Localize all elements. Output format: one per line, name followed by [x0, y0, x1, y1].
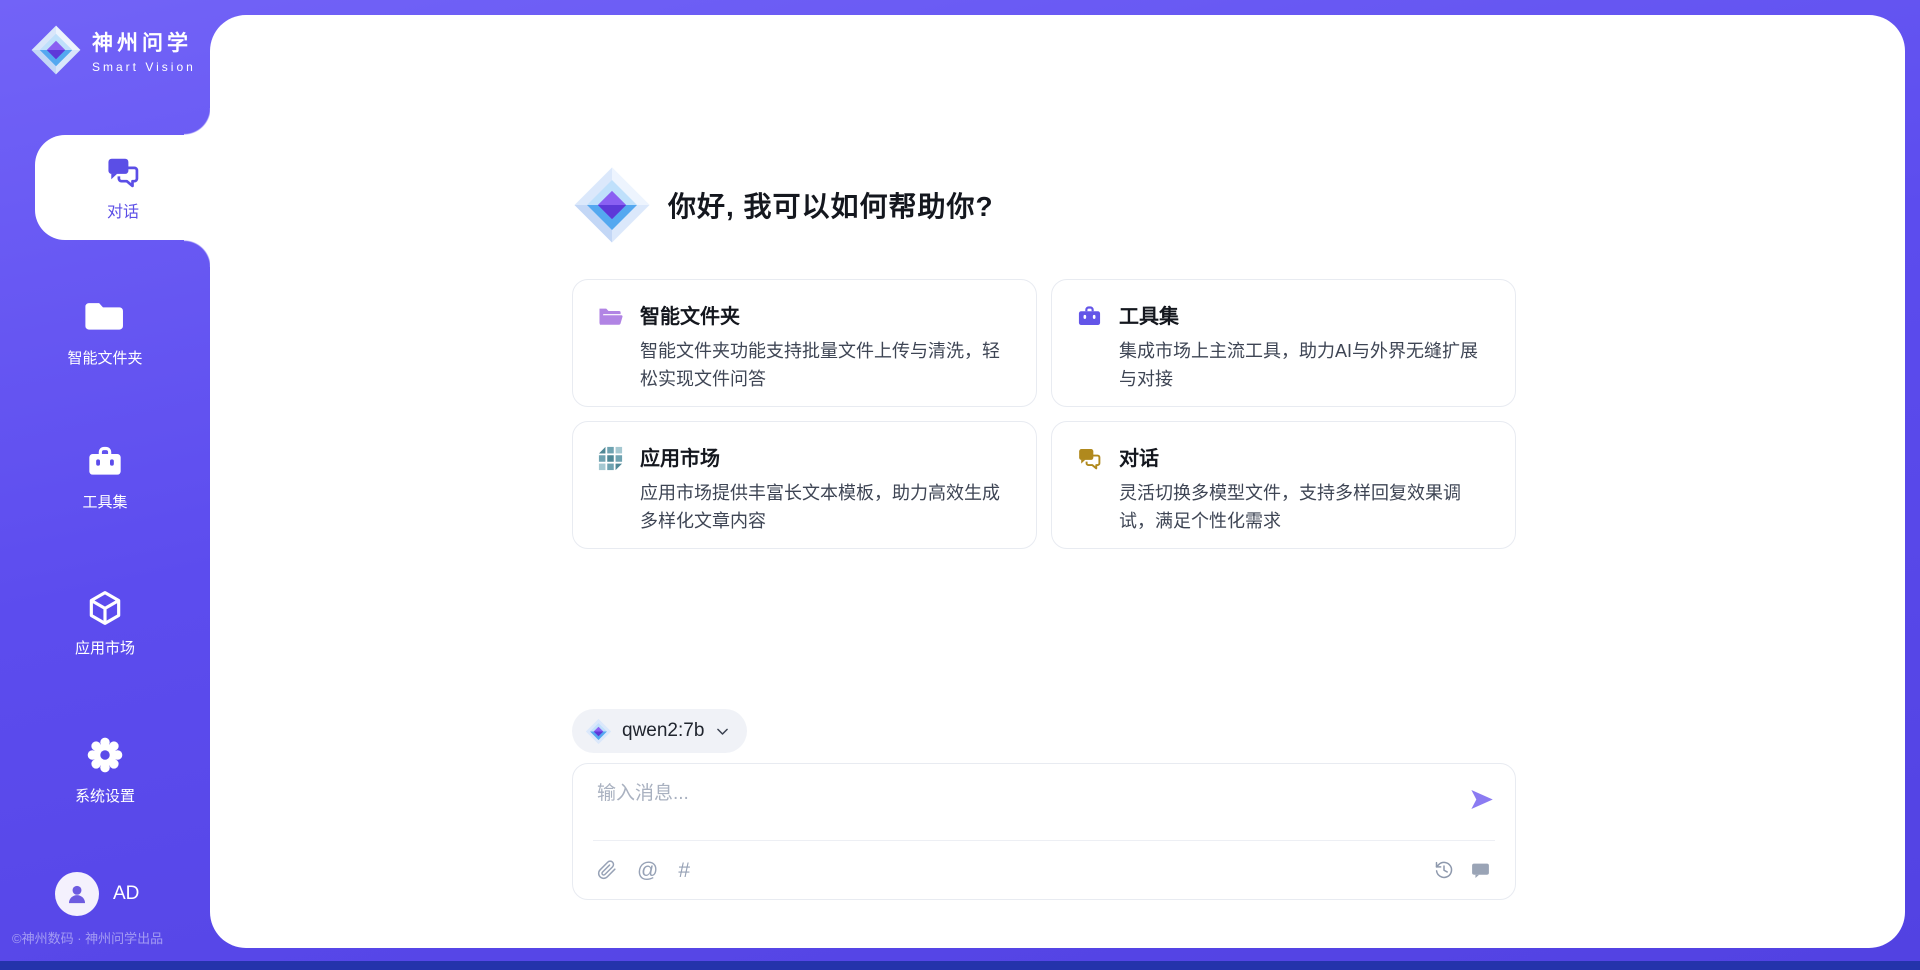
sidebar-item-settings[interactable]: 系统设置	[0, 734, 210, 806]
user-chip[interactable]: AD	[55, 872, 139, 916]
tab-curve-top	[184, 108, 211, 135]
paperclip-icon	[597, 860, 617, 880]
attach-button[interactable]	[597, 860, 617, 880]
main-panel: 你好, 我可以如何帮助你? 智能文件夹 智能文件夹功能支持批量文件上传与清洗，轻…	[210, 15, 1905, 948]
card-desc: 应用市场提供丰富长文本模板，助力高效生成多样化文章内容	[640, 479, 1012, 535]
hash-icon[interactable]: #	[678, 860, 690, 881]
bottom-bar	[0, 961, 1920, 970]
toolbox-icon	[85, 442, 125, 482]
brand-name-cn: 神州问学	[92, 27, 196, 57]
card-title: 智能文件夹	[640, 300, 1012, 329]
card-smart-folder[interactable]: 智能文件夹 智能文件夹功能支持批量文件上传与清洗，轻松实现文件问答	[572, 279, 1037, 407]
message-input[interactable]	[597, 783, 1437, 805]
chevron-down-icon	[714, 723, 731, 740]
user-name: AD	[113, 883, 139, 905]
send-button[interactable]	[1468, 786, 1495, 813]
greeting: 你好, 我可以如何帮助你?	[572, 165, 1516, 245]
sidebar-item-label: 工具集	[82, 491, 127, 512]
card-desc: 灵活切换多模型文件，支持多样回复效果调试，满足个性化需求	[1119, 479, 1491, 535]
model-selector[interactable]: qwen2:7b	[572, 709, 747, 753]
cube-icon	[85, 588, 125, 628]
shortcut-cards: 智能文件夹 智能文件夹功能支持批量文件上传与清洗，轻松实现文件问答 工具集 集成…	[572, 279, 1516, 549]
page: 神州问学 Smart Vision 对话 智能文件夹	[0, 0, 1920, 970]
sidebar-item-label: 应用市场	[75, 637, 135, 658]
person-icon	[64, 881, 90, 907]
grid-icon	[597, 445, 624, 472]
sidebar-item-label: 智能文件夹	[67, 347, 142, 368]
feedback-button[interactable]	[1470, 860, 1491, 881]
message-icon	[1470, 860, 1491, 881]
sidebar-item-label: 系统设置	[75, 785, 135, 806]
card-title: 工具集	[1119, 300, 1491, 329]
brand-name-en: Smart Vision	[92, 60, 196, 74]
card-desc: 智能文件夹功能支持批量文件上传与清洗，轻松实现文件问答	[640, 337, 1012, 393]
folder-open-icon	[597, 303, 624, 330]
card-app-market[interactable]: 应用市场 应用市场提供丰富长文本模板，助力高效生成多样化文章内容	[572, 421, 1037, 549]
sidebar-item-app-market[interactable]: 应用市场	[0, 588, 210, 658]
card-toolset[interactable]: 工具集 集成市场上主流工具，助力AI与外界无缝扩展与对接	[1051, 279, 1516, 407]
model-diamond-icon	[585, 718, 612, 745]
card-title: 应用市场	[640, 442, 1012, 471]
send-icon	[1468, 786, 1495, 813]
greeting-diamond-icon	[572, 165, 652, 245]
history-icon	[1434, 860, 1454, 880]
gear-icon	[84, 734, 126, 776]
card-title: 对话	[1119, 442, 1491, 471]
brand-diamond-icon	[30, 24, 82, 76]
card-desc: 集成市场上主流工具，助力AI与外界无缝扩展与对接	[1119, 337, 1491, 393]
composer: @ #	[572, 763, 1516, 900]
sidebar-item-smart-folder[interactable]: 智能文件夹	[0, 294, 210, 368]
sidebar-item-toolset[interactable]: 工具集	[0, 442, 210, 512]
sidebar-item-chat[interactable]: 对话	[35, 135, 211, 240]
model-name: qwen2:7b	[622, 720, 704, 742]
toolbox-icon	[1076, 303, 1103, 330]
history-button[interactable]	[1434, 860, 1454, 880]
footer-credit: ©神州数码 · 神州问学出品	[12, 928, 163, 947]
at-sign-icon[interactable]: @	[637, 860, 658, 881]
app-logo: 神州问学 Smart Vision	[30, 24, 196, 76]
folder-icon	[83, 294, 127, 338]
avatar	[55, 872, 99, 916]
card-chat[interactable]: 对话 灵活切换多模型文件，支持多样回复效果调试，满足个性化需求	[1051, 421, 1516, 549]
chat-icon	[104, 153, 142, 191]
greeting-text: 你好, 我可以如何帮助你?	[668, 185, 994, 225]
sidebar-item-label: 对话	[107, 198, 139, 222]
tab-curve-bottom	[184, 240, 211, 267]
chat-icon	[1076, 445, 1103, 472]
